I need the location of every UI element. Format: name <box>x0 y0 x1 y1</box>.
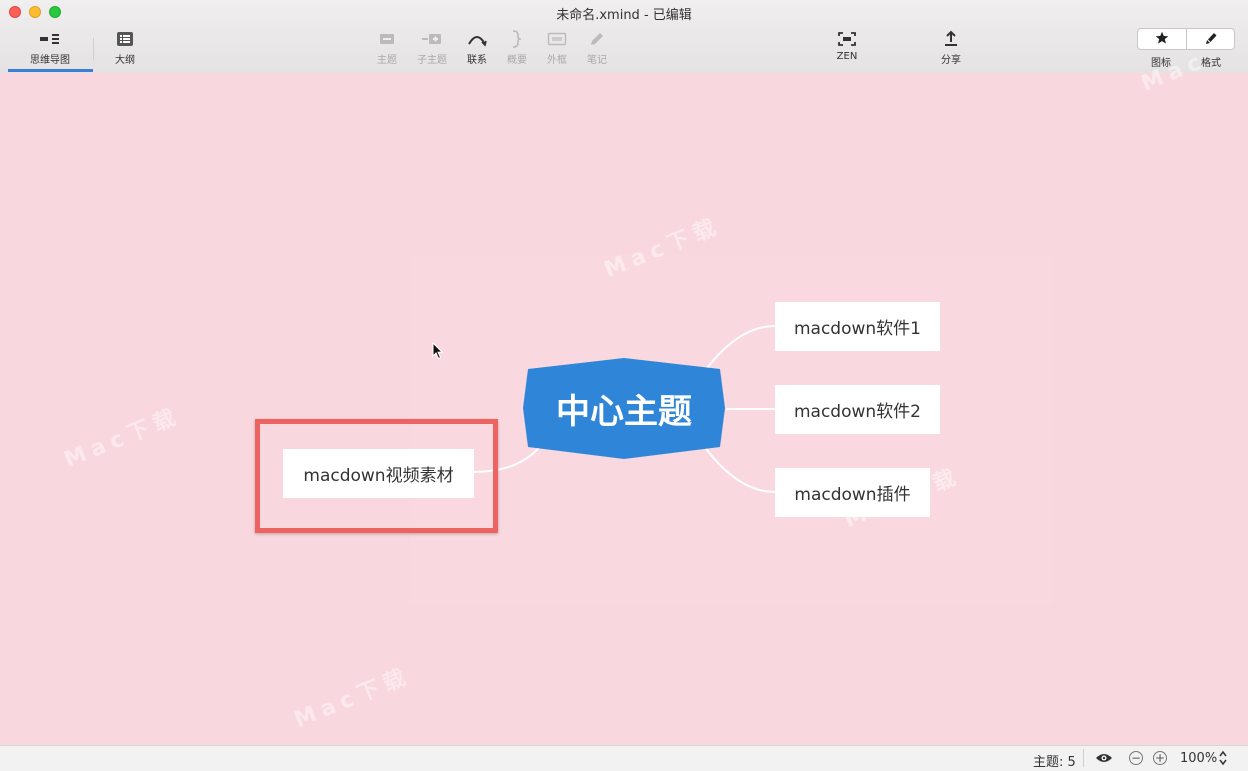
topic-node-2[interactable]: macdown软件2 <box>775 385 940 434</box>
status-divider <box>1083 749 1084 767</box>
central-topic[interactable]: 中心主题 <box>522 357 726 460</box>
zoom-stepper-icon[interactable] <box>1218 749 1228 771</box>
selection-highlight-box <box>255 419 498 533</box>
topic-node-1[interactable]: macdown软件1 <box>775 302 940 351</box>
topic-count: 主题: 5 <box>1033 755 1076 770</box>
zoom-level[interactable]: 100% <box>1180 751 1217 766</box>
status-bar: 主题: 5 − + 100% <box>0 745 1248 771</box>
topic-label: macdown软件2 <box>793 402 921 422</box>
minus-icon: − <box>1130 751 1142 765</box>
zoom-in-button[interactable]: + <box>1153 751 1167 765</box>
eye-icon[interactable] <box>1095 752 1113 768</box>
topic-node-3[interactable]: macdown插件 <box>775 468 930 517</box>
mouse-cursor-icon <box>432 341 444 364</box>
zoom-out-button[interactable]: − <box>1129 751 1143 765</box>
topic-label: macdown插件 <box>794 485 911 505</box>
plus-icon: + <box>1154 751 1166 765</box>
topic-label: macdown软件1 <box>793 319 921 339</box>
central-topic-label: 中心主题 <box>556 392 692 432</box>
